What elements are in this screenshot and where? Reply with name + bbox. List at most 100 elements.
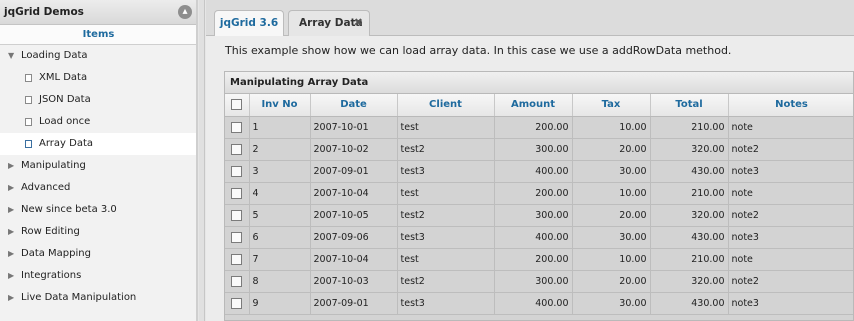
table-row[interactable]: 8 2007-10-03 test2 300.00 20.00 320.00 note2 bbox=[225, 270, 853, 293]
table-cell: 400.00 bbox=[494, 160, 573, 183]
table-cell: test bbox=[397, 182, 495, 205]
sidebar-item-label: JSON Data bbox=[39, 94, 91, 105]
table-cell: 400.00 bbox=[494, 226, 573, 249]
table-row[interactable]: 9 2007-09-01 test3 400.00 30.00 430.00 note3 bbox=[225, 292, 853, 315]
table-row[interactable]: 6 2007-09-06 test3 400.00 30.00 430.00 note3 bbox=[225, 226, 853, 249]
table-row[interactable]: 2 2007-10-02 test2 300.00 20.00 320.00 note2 bbox=[225, 138, 853, 161]
table-cell: 300.00 bbox=[494, 204, 573, 227]
table-cell: 7 bbox=[249, 248, 311, 271]
tab-array-data[interactable]: Array Data ✖ bbox=[288, 10, 370, 36]
select-all-checkbox[interactable] bbox=[225, 94, 250, 117]
sidebar-item[interactable]: ▶ Advanced bbox=[0, 177, 197, 199]
column-header[interactable]: Notes bbox=[728, 94, 853, 117]
sidebar-item[interactable]: Array Data bbox=[0, 133, 197, 155]
row-checkbox[interactable] bbox=[225, 116, 250, 139]
triangle-right-icon: ▶ bbox=[8, 161, 15, 170]
row-checkbox[interactable] bbox=[225, 248, 250, 271]
column-header[interactable]: Inv No bbox=[249, 94, 311, 117]
column-header[interactable]: Total bbox=[650, 94, 729, 117]
tab-label: jqGrid 3.6 bbox=[219, 17, 279, 29]
table-row[interactable]: 4 2007-10-04 test 200.00 10.00 210.00 note bbox=[225, 182, 853, 205]
row-checkbox[interactable] bbox=[225, 292, 250, 315]
table-cell: note3 bbox=[728, 226, 853, 249]
table-cell: 3 bbox=[249, 160, 311, 183]
sidebar: jqGrid Demos ▴ Items ▼ Loading Data XML Da… bbox=[0, 0, 198, 321]
table-cell: test3 bbox=[397, 292, 495, 315]
sidebar-item-label: Advanced bbox=[21, 182, 71, 193]
tab-jqgrid[interactable]: jqGrid 3.6 bbox=[214, 10, 284, 36]
sidebar-item[interactable]: JSON Data bbox=[0, 89, 197, 111]
row-checkbox[interactable] bbox=[225, 270, 250, 293]
table-cell: 2007-09-01 bbox=[310, 292, 398, 315]
sidebar-item[interactable]: ▶ Live Data Manipulation bbox=[0, 287, 197, 309]
sidebar-item-label: Loading Data bbox=[21, 50, 88, 61]
table-cell: 430.00 bbox=[650, 292, 729, 315]
table-cell: 320.00 bbox=[650, 270, 729, 293]
column-header[interactable]: Date bbox=[310, 94, 398, 117]
table-cell: 30.00 bbox=[572, 292, 651, 315]
sidebar-item[interactable]: ▶ Data Mapping bbox=[0, 243, 197, 265]
sidebar-item[interactable]: ▼ Loading Data bbox=[0, 45, 197, 67]
triangle-right-icon: ▶ bbox=[8, 227, 15, 236]
table-cell: 20.00 bbox=[572, 204, 651, 227]
row-checkbox[interactable] bbox=[225, 138, 250, 161]
chevron-up-icon[interactable]: ▴ bbox=[178, 5, 192, 19]
table-cell: 5 bbox=[249, 204, 311, 227]
table-cell: note2 bbox=[728, 204, 853, 227]
table-cell: 430.00 bbox=[650, 160, 729, 183]
table-cell: 9 bbox=[249, 292, 311, 315]
sidebar-item[interactable]: Load once bbox=[0, 111, 197, 133]
sidebar-item[interactable]: ▶ New since beta 3.0 bbox=[0, 199, 197, 221]
tab-panel: This example show how we can load array … bbox=[206, 37, 854, 321]
row-checkbox[interactable] bbox=[225, 226, 250, 249]
table-cell: 430.00 bbox=[650, 226, 729, 249]
row-checkbox[interactable] bbox=[225, 160, 250, 183]
sidebar-subheader: Items bbox=[0, 25, 197, 45]
document-icon bbox=[25, 96, 32, 104]
table-cell: 200.00 bbox=[494, 248, 573, 271]
table-cell: 2007-09-06 bbox=[310, 226, 398, 249]
grid-table: Inv No Date Client Amount Tax Total Note… bbox=[225, 94, 853, 315]
column-header[interactable]: Tax bbox=[572, 94, 651, 117]
sidebar-item-label: Row Editing bbox=[21, 226, 80, 237]
sidebar-item[interactable]: XML Data bbox=[0, 67, 197, 89]
sidebar-title: jqGrid Demos bbox=[4, 6, 84, 18]
triangle-down-icon: ▼ bbox=[8, 51, 15, 60]
sidebar-item-label: Data Mapping bbox=[21, 248, 91, 259]
table-row[interactable]: 3 2007-09-01 test3 400.00 30.00 430.00 note3 bbox=[225, 160, 853, 183]
document-icon bbox=[25, 140, 32, 148]
table-cell: note bbox=[728, 182, 853, 205]
table-row[interactable]: 5 2007-10-05 test2 300.00 20.00 320.00 note2 bbox=[225, 204, 853, 227]
sidebar-item[interactable]: ▶ Row Editing bbox=[0, 221, 197, 243]
sidebar-item[interactable]: ▶ Manipulating bbox=[0, 155, 197, 177]
table-cell: 20.00 bbox=[572, 270, 651, 293]
table-row[interactable]: 1 2007-10-01 test 200.00 10.00 210.00 note bbox=[225, 116, 853, 139]
table-cell: 210.00 bbox=[650, 248, 729, 271]
table-cell: 2007-10-04 bbox=[310, 182, 398, 205]
table-cell: 2007-10-05 bbox=[310, 204, 398, 227]
column-header[interactable]: Client bbox=[397, 94, 495, 117]
splitter[interactable] bbox=[199, 0, 205, 321]
row-checkbox[interactable] bbox=[225, 182, 250, 205]
sidebar-item-label: Integrations bbox=[21, 270, 82, 281]
column-header[interactable]: Amount bbox=[494, 94, 573, 117]
close-icon[interactable]: ✖ bbox=[354, 11, 363, 35]
table-cell: 4 bbox=[249, 182, 311, 205]
table-cell: 30.00 bbox=[572, 160, 651, 183]
sidebar-scrollbar[interactable] bbox=[196, 0, 198, 321]
table-cell: 400.00 bbox=[494, 292, 573, 315]
table-cell: 8 bbox=[249, 270, 311, 293]
table-cell: note2 bbox=[728, 138, 853, 161]
row-checkbox[interactable] bbox=[225, 204, 250, 227]
table-cell: 6 bbox=[249, 226, 311, 249]
sidebar-item[interactable]: ▶ Integrations bbox=[0, 265, 197, 287]
tab-bar: jqGrid 3.6 Array Data ✖ bbox=[206, 0, 854, 36]
sidebar-item-label: Load once bbox=[39, 116, 91, 127]
table-cell: 300.00 bbox=[494, 138, 573, 161]
triangle-right-icon: ▶ bbox=[8, 249, 15, 258]
sidebar-item-label: XML Data bbox=[39, 72, 88, 83]
table-cell: test2 bbox=[397, 138, 495, 161]
table-cell: test bbox=[397, 116, 495, 139]
document-icon bbox=[25, 118, 32, 126]
table-row[interactable]: 7 2007-10-04 test 200.00 10.00 210.00 note bbox=[225, 248, 853, 271]
